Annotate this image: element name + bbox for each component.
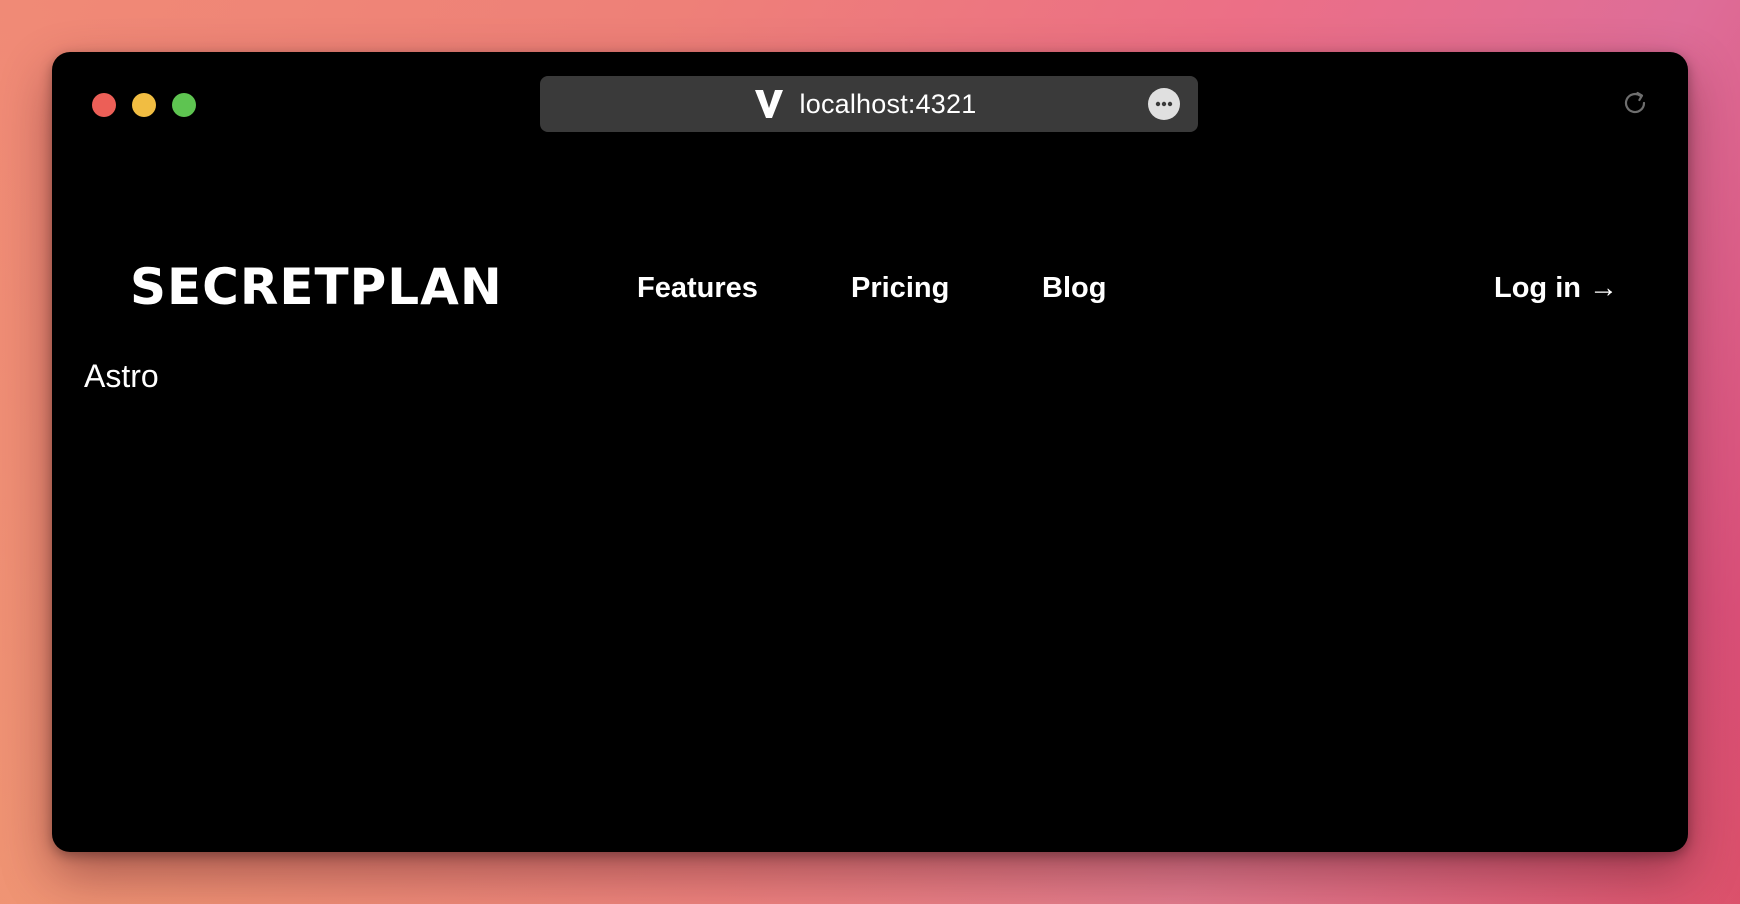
maximize-window-button[interactable] bbox=[172, 93, 196, 117]
body-text: Astro bbox=[84, 358, 159, 394]
more-options-button[interactable] bbox=[1148, 88, 1180, 120]
ellipsis-icon bbox=[1155, 101, 1173, 107]
nav-link-pricing[interactable]: Pricing bbox=[851, 268, 949, 308]
reload-icon[interactable] bbox=[1620, 88, 1650, 118]
nav-link-blog[interactable]: Blog bbox=[1042, 268, 1106, 308]
url-text: localhost:4321 bbox=[799, 88, 977, 119]
minimize-window-button[interactable] bbox=[132, 93, 156, 117]
browser-window: localhost:4321 SECRETPLAN Features Prici… bbox=[52, 52, 1688, 852]
address-bar[interactable]: localhost:4321 bbox=[540, 76, 1198, 132]
login-link[interactable]: Log in → bbox=[1494, 268, 1618, 308]
site-logo[interactable]: SECRETPLAN bbox=[130, 262, 503, 312]
nav-link-features[interactable]: Features bbox=[637, 268, 758, 308]
vite-v-logo-icon bbox=[754, 90, 783, 118]
close-window-button[interactable] bbox=[92, 93, 116, 117]
